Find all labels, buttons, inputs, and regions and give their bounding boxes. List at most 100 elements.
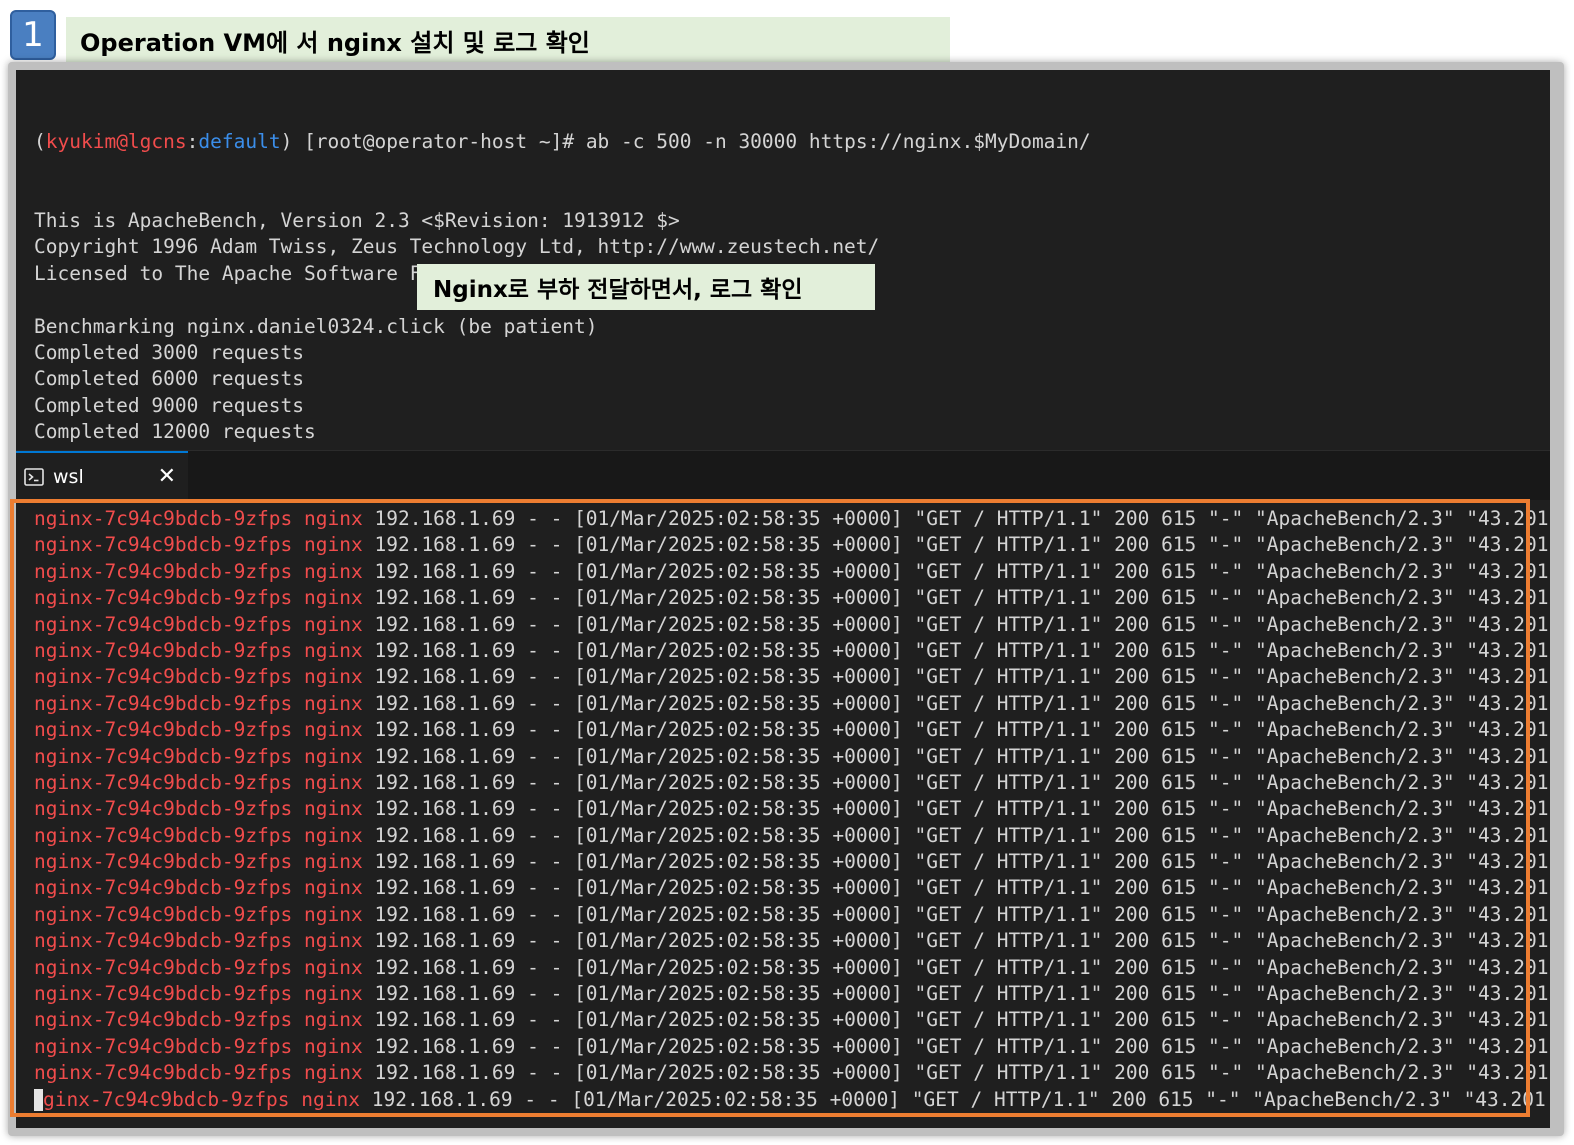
log-container-name: nginx [304,797,363,821]
log-pod-name: nginx-7c94c9bdcb-9zfps [34,955,293,979]
log-line: nginx-7c94c9bdcb-9zfps nginx 192.168.1.6… [34,770,1550,796]
log-line: nginx-7c94c9bdcb-9zfps nginx 192.168.1.6… [34,559,1550,585]
log-pod-name: nginx-7c94c9bdcb-9zfps [34,718,293,742]
log-pod-name: nginx-7c94c9bdcb-9zfps [34,744,293,768]
log-pod-name: nginx-7c94c9bdcb-9zfps [34,902,293,926]
log-pod-name: nginx-7c94c9bdcb-9zfps [34,1034,293,1058]
log-container-name: nginx [304,718,363,742]
log-entry: 192.168.1.69 - - [01/Mar/2025:02:58:35 +… [374,955,1550,979]
log-line: nginx-7c94c9bdcb-9zfps nginx 192.168.1.6… [34,612,1550,638]
close-icon[interactable]: ✕ [158,465,176,489]
log-container-name: nginx [304,691,363,715]
log-line: nginx-7c94c9bdcb-9zfps nginx 192.168.1.6… [34,955,1550,981]
step-number-badge: 1 [10,10,56,60]
log-entry: 192.168.1.69 - - [01/Mar/2025:02:58:35 +… [374,507,1550,530]
log-container-name: nginx [301,1087,360,1111]
log-text: nginx-7c94c9bdcb-9zfps nginx 192.168.1.6… [34,506,1550,1113]
terminal-icon [24,468,44,486]
log-entry: 192.168.1.69 - - [01/Mar/2025:02:58:35 +… [374,586,1550,610]
terminal-line: Completed 3000 requests [34,340,305,364]
log-container-name: nginx [304,559,363,583]
log-entry: 192.168.1.69 - - [01/Mar/2025:02:58:35 +… [374,902,1550,926]
log-entry: 192.168.1.69 - - [01/Mar/2025:02:58:35 +… [374,665,1550,689]
annotation-label: Nginx로 부하 전달하면서, 로그 확인 [417,264,875,310]
prompt-context: default [198,129,281,153]
log-line: nginx-7c94c9bdcb-9zfps nginx 192.168.1.6… [34,1060,1550,1086]
log-line: nginx-7c94c9bdcb-9zfps nginx 192.168.1.6… [34,585,1550,611]
log-pod-name: ginx-7c94c9bdcb-9zfps [43,1087,290,1111]
log-container-name: nginx [304,744,363,768]
log-container-name: nginx [304,902,363,926]
log-line: nginx-7c94c9bdcb-9zfps nginx 192.168.1.6… [34,638,1550,664]
log-pod-name: nginx-7c94c9bdcb-9zfps [34,797,293,821]
terminal-output-logs[interactable]: nginx-7c94c9bdcb-9zfps nginx 192.168.1.6… [16,500,1550,1128]
log-entry: 192.168.1.69 - - [01/Mar/2025:02:58:35 +… [374,559,1550,583]
log-entry: 192.168.1.69 - - [01/Mar/2025:02:58:35 +… [374,850,1550,874]
log-line: nginx-7c94c9bdcb-9zfps nginx 192.168.1.6… [34,506,1550,532]
log-pod-name: nginx-7c94c9bdcb-9zfps [34,665,293,689]
prompt-paren-open: ( [34,129,46,153]
log-line: nginx-7c94c9bdcb-9zfps nginx 192.168.1.6… [34,1007,1550,1033]
log-container-name: nginx [304,665,363,689]
prompt-user: kyukim@lgcns [45,129,187,153]
log-line: nginx-7c94c9bdcb-9zfps nginx 192.168.1.6… [34,823,1550,849]
log-container-name: nginx [304,1008,363,1032]
log-entry: 192.168.1.69 - - [01/Mar/2025:02:58:35 +… [374,929,1550,953]
log-line: nginx-7c94c9bdcb-9zfps nginx 192.168.1.6… [34,902,1550,928]
log-entry: 192.168.1.69 - - [01/Mar/2025:02:58:35 +… [374,718,1550,742]
log-entry: 192.168.1.69 - - [01/Mar/2025:02:58:35 +… [374,612,1550,636]
log-container-name: nginx [304,507,363,530]
terminal-output-top[interactable]: (kyukim@lgcns:default) [root@operator-ho… [16,70,1550,450]
terminal-line: Completed 6000 requests [34,367,305,391]
log-entry: 192.168.1.69 - - [01/Mar/2025:02:58:35 +… [374,1061,1550,1085]
log-entry: 192.168.1.69 - - [01/Mar/2025:02:58:35 +… [374,770,1550,794]
step-title: Operation VM에 서 nginx 설치 및 로그 확인 [66,17,950,63]
log-pod-name: nginx-7c94c9bdcb-9zfps [34,691,293,715]
log-entry: 192.168.1.69 - - [01/Mar/2025:02:58:35 +… [374,1034,1550,1058]
log-line: nginx-7c94c9bdcb-9zfps nginx 192.168.1.6… [34,875,1550,901]
log-line: nginx-7c94c9bdcb-9zfps nginx 192.168.1.6… [34,928,1550,954]
log-line: nginx-7c94c9bdcb-9zfps nginx 192.168.1.6… [34,532,1550,558]
log-line: ginx-7c94c9bdcb-9zfps nginx 192.168.1.69… [34,1087,1550,1113]
terminal-line: Completed 9000 requests [34,393,305,417]
log-container-name: nginx [304,982,363,1006]
prompt-line: (kyukim@lgcns:default) [root@operator-ho… [34,129,1091,155]
log-pod-name: nginx-7c94c9bdcb-9zfps [34,559,293,583]
log-entry: 192.168.1.69 - - [01/Mar/2025:02:58:35 +… [374,744,1550,768]
log-entry: 192.168.1.69 - - [01/Mar/2025:02:58:35 +… [374,982,1550,1006]
log-container-name: nginx [304,586,363,610]
log-container-name: nginx [304,876,363,900]
tab-label: wsl [53,466,84,488]
log-line: nginx-7c94c9bdcb-9zfps nginx 192.168.1.6… [34,1034,1550,1060]
log-line: nginx-7c94c9bdcb-9zfps nginx 192.168.1.6… [34,981,1550,1007]
log-line: nginx-7c94c9bdcb-9zfps nginx 192.168.1.6… [34,691,1550,717]
terminal-line: Benchmarking nginx.daniel0324.click (be … [34,314,598,338]
log-pod-name: nginx-7c94c9bdcb-9zfps [34,770,293,794]
log-container-name: nginx [304,929,363,953]
tab-wsl[interactable]: wsl ✕ [16,451,188,501]
log-pod-name: nginx-7c94c9bdcb-9zfps [34,533,293,557]
log-pod-name: nginx-7c94c9bdcb-9zfps [34,929,293,953]
terminal-tab-bar: wsl ✕ [16,450,1550,501]
prompt-paren-close: ) [280,129,305,153]
log-entry: 192.168.1.69 - - [01/Mar/2025:02:58:35 +… [374,638,1550,662]
text-cursor [34,1089,43,1112]
terminal-line: This is ApacheBench, Version 2.3 <$Revis… [34,209,680,233]
log-container-name: nginx [304,770,363,794]
terminal-line: Copyright 1996 Adam Twiss, Zeus Technolo… [34,235,880,259]
prompt-command: [root@operator-host ~]# ab -c 500 -n 300… [304,129,1091,153]
log-entry: 192.168.1.69 - - [01/Mar/2025:02:58:35 +… [371,1087,1550,1111]
log-pod-name: nginx-7c94c9bdcb-9zfps [34,507,293,530]
log-pod-name: nginx-7c94c9bdcb-9zfps [34,1008,293,1032]
log-entry: 192.168.1.69 - - [01/Mar/2025:02:58:35 +… [374,876,1550,900]
log-container-name: nginx [304,823,363,847]
log-container-name: nginx [304,638,363,662]
log-pod-name: nginx-7c94c9bdcb-9zfps [34,876,293,900]
terminal-text: (kyukim@lgcns:default) [root@operator-ho… [34,76,1091,450]
log-container-name: nginx [304,955,363,979]
log-container-name: nginx [304,1061,363,1085]
log-pod-name: nginx-7c94c9bdcb-9zfps [34,612,293,636]
terminal-line: Completed 12000 requests [34,420,316,444]
log-pod-name: nginx-7c94c9bdcb-9zfps [34,850,293,874]
log-entry: 192.168.1.69 - - [01/Mar/2025:02:58:35 +… [374,533,1550,557]
